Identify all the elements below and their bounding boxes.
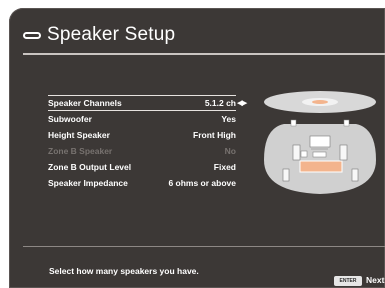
speaker-layout-illustration [264, 91, 376, 194]
front-left-speaker-icon [292, 144, 301, 161]
next-label: Next [366, 275, 385, 285]
help-text: Select how many speakers you have. [49, 266, 199, 276]
bottom-divider [23, 246, 385, 247]
subwoofer-icon [300, 150, 308, 158]
center-speaker-icon [312, 151, 327, 158]
zone-b-speaker-row: Zone B Speaker No [48, 143, 236, 159]
height-speaker-right-icon [343, 119, 350, 127]
surround-left-speaker-icon [282, 168, 290, 182]
speaker-channels-label: Speaker Channels [48, 98, 122, 108]
title-divider [23, 53, 385, 55]
subwoofer-value[interactable]: Yes [221, 114, 236, 124]
height-speaker-label: Height Speaker [48, 130, 110, 140]
height-speaker-value[interactable]: Front High [193, 130, 236, 140]
surround-right-speaker-icon [351, 168, 359, 182]
ceiling-center-glow [312, 100, 328, 104]
zone-b-output-level-row[interactable]: Zone B Output Level Fixed [48, 159, 236, 175]
title-bar: Speaker Setup [23, 20, 175, 50]
subwoofer-label: Subwoofer [48, 114, 92, 124]
zone-b-speaker-label: Zone B Speaker [48, 146, 113, 156]
page-title: Speaker Setup [47, 24, 176, 45]
zone-b-output-level-value[interactable]: Fixed [214, 162, 236, 172]
menu-icon [23, 31, 41, 39]
zone-b-output-level-label: Zone B Output Level [48, 162, 132, 172]
left-right-arrows-icon: ◀▶ [237, 100, 247, 107]
front-right-speaker-icon [339, 144, 348, 161]
zone-b-speaker-value: No [224, 146, 236, 156]
speaker-impedance-row[interactable]: Speaker Impedance 6 ohms or above [48, 175, 236, 191]
height-speaker-row[interactable]: Height Speaker Front High [48, 127, 236, 143]
sofa-icon [299, 160, 343, 173]
enter-button[interactable]: ENTER [334, 276, 362, 286]
speaker-impedance-label: Speaker Impedance [48, 178, 128, 188]
subwoofer-row[interactable]: Subwoofer Yes [48, 111, 236, 127]
speaker-channels-value[interactable]: 5.1.2 ch [205, 98, 236, 108]
room-floor [264, 124, 376, 194]
speaker-channels-row[interactable]: Speaker Channels 5.1.2 ch ◀▶ [48, 95, 247, 111]
av-receiver-icon [311, 147, 328, 150]
speaker-impedance-value[interactable]: 6 ohms or above [168, 178, 236, 188]
screen: Speaker Setup Speaker Channels 5.1.2 ch … [0, 0, 385, 288]
height-speaker-left-icon [290, 119, 297, 127]
settings-list: Speaker Channels 5.1.2 ch ◀▶ Subwoofer Y… [48, 95, 247, 191]
tv-icon [309, 135, 331, 148]
